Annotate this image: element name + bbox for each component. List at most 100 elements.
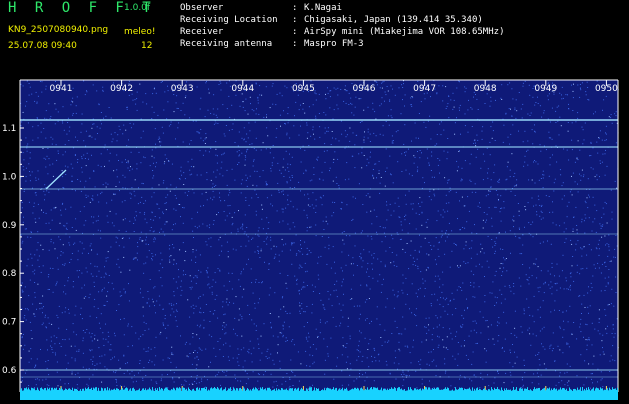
noise-speck	[307, 388, 309, 390]
noise-speck	[374, 80, 376, 82]
noise-speck	[362, 204, 364, 205]
noise-speck	[187, 194, 188, 196]
signal-spike	[329, 388, 330, 392]
noise-speck	[426, 363, 428, 365]
signal-spike	[126, 387, 127, 392]
noise-speck	[433, 193, 435, 195]
noise-speck	[539, 205, 541, 206]
noise-speck	[191, 382, 193, 384]
noise-speck	[58, 305, 60, 307]
noise-speck	[398, 348, 400, 350]
noise-speck	[265, 356, 267, 358]
signal-spike	[185, 389, 186, 392]
noise-speck	[391, 252, 393, 253]
noise-speck	[78, 276, 79, 278]
noise-speck	[299, 293, 300, 295]
noise-speck	[39, 308, 41, 310]
noise-speck	[131, 326, 133, 328]
noise-speck	[286, 313, 288, 314]
noise-speck	[516, 336, 518, 338]
signal-spike	[612, 387, 613, 392]
noise-speck	[155, 166, 156, 168]
noise-speck	[129, 269, 131, 271]
noise-speck	[439, 172, 440, 174]
noise-speck	[140, 288, 141, 290]
noise-speck	[378, 170, 380, 172]
noise-speck	[494, 244, 496, 246]
noise-speck	[295, 101, 297, 103]
signal-spike	[442, 389, 443, 392]
noise-speck	[41, 81, 43, 83]
noise-speck	[400, 224, 402, 226]
noise-speck	[123, 373, 125, 374]
noise-speck	[427, 219, 429, 221]
noise-speck	[195, 282, 197, 284]
noise-speck	[229, 116, 231, 118]
noise-speck	[451, 314, 453, 316]
noise-speck	[580, 354, 582, 356]
signal-spike	[409, 389, 410, 392]
noise-speck	[74, 242, 76, 244]
noise-speck	[336, 296, 338, 298]
noise-speck	[113, 193, 115, 195]
noise-speck	[346, 162, 348, 164]
noise-speck	[284, 169, 286, 171]
noise-speck	[255, 113, 257, 115]
noise-speck	[465, 262, 467, 264]
noise-speck	[467, 196, 469, 198]
signal-spike	[470, 389, 471, 392]
noise-speck	[104, 366, 106, 368]
noise-speck	[602, 351, 604, 353]
noise-speck	[481, 138, 483, 140]
noise-speck	[21, 337, 23, 339]
noise-speck	[509, 362, 511, 364]
noise-speck	[224, 200, 226, 202]
noise-speck	[434, 176, 435, 178]
signal-spike	[454, 390, 455, 392]
noise-speck	[30, 330, 32, 331]
noise-speck	[341, 281, 343, 283]
noise-speck	[505, 258, 507, 259]
noise-speck	[249, 314, 250, 315]
signal-spike	[490, 390, 491, 392]
signal-spike	[564, 388, 565, 392]
noise-speck	[490, 96, 492, 98]
signal-spike	[300, 389, 301, 392]
noise-speck	[572, 90, 574, 92]
noise-speck	[324, 143, 326, 145]
noise-speck	[180, 280, 182, 282]
noise-speck	[315, 212, 317, 213]
noise-speck	[300, 240, 301, 241]
noise-speck	[81, 167, 83, 169]
noise-speck	[131, 168, 133, 170]
noise-speck	[65, 208, 67, 210]
noise-speck	[210, 179, 212, 181]
noise-speck	[259, 298, 260, 300]
noise-speck	[565, 280, 567, 282]
noise-speck	[292, 385, 294, 386]
noise-speck	[270, 326, 272, 328]
signal-spike	[386, 390, 387, 392]
noise-speck	[129, 220, 131, 222]
noise-speck	[83, 248, 85, 250]
noise-speck	[92, 199, 94, 201]
noise-speck	[404, 219, 406, 221]
noise-speck	[47, 148, 49, 149]
noise-speck	[461, 196, 463, 198]
noise-speck	[440, 316, 442, 318]
signal-spike	[323, 390, 324, 392]
noise-speck	[341, 370, 343, 372]
noise-speck	[309, 354, 311, 356]
noise-speck	[97, 339, 99, 341]
noise-speck	[199, 338, 200, 340]
noise-speck	[531, 197, 533, 199]
noise-speck	[467, 308, 468, 310]
noise-speck	[440, 121, 442, 123]
noise-speck	[590, 142, 592, 144]
noise-speck	[263, 374, 265, 376]
signal-spike	[432, 388, 433, 392]
noise-speck	[126, 161, 127, 163]
noise-speck	[37, 283, 39, 285]
noise-speck	[520, 387, 522, 389]
noise-speck	[602, 109, 603, 111]
